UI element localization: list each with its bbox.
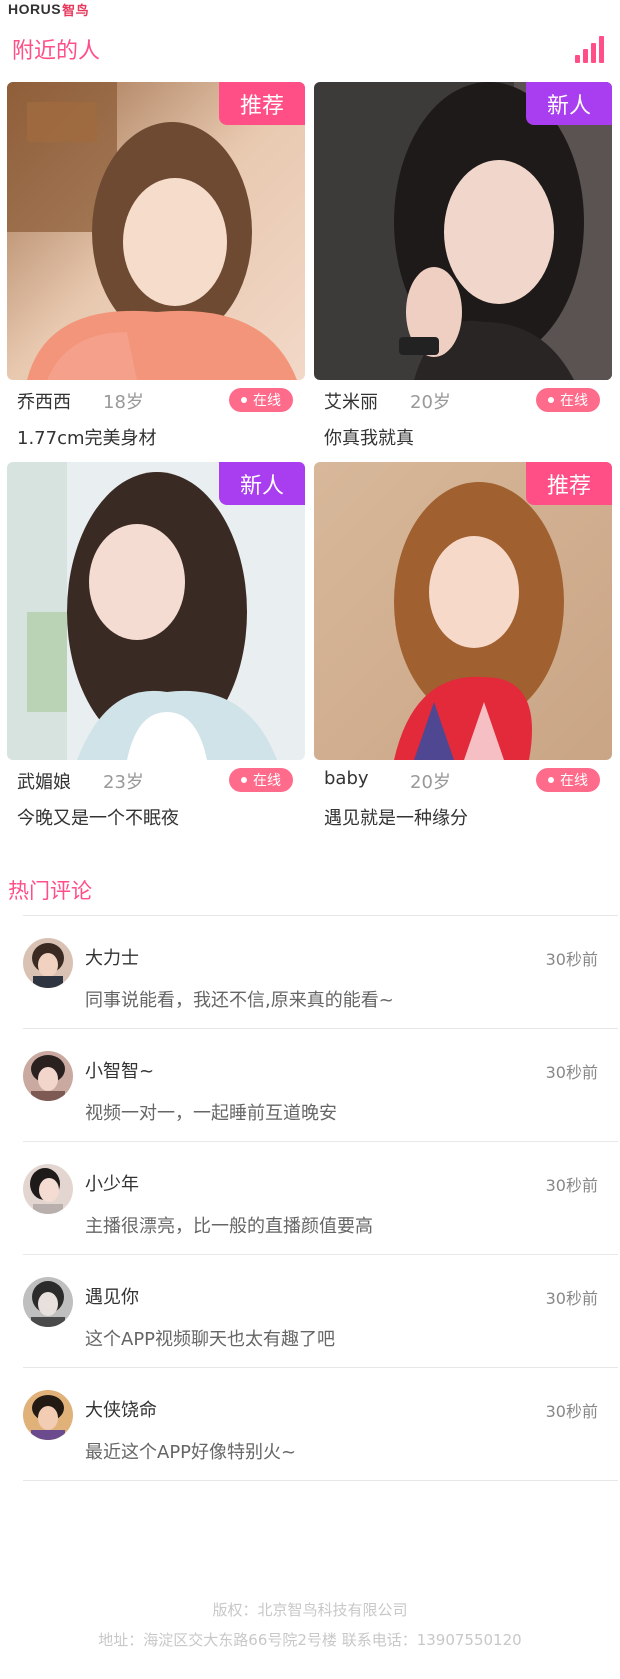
online-label: 在线: [253, 393, 281, 409]
recommend-tag: 推荐: [526, 462, 612, 505]
user-name: 乔西西: [17, 392, 71, 413]
online-dot-icon: [241, 777, 247, 783]
new-tag: 新人: [526, 82, 612, 125]
comment-item[interactable]: 小少年 30秒前 主播很漂亮，比一般的直播颜值要高: [23, 1142, 618, 1255]
user-age: 23岁: [103, 772, 144, 793]
avatar[interactable]: [23, 1051, 73, 1101]
online-badge: 在线: [536, 768, 600, 792]
comment-text: 同事说能看，我还不信,原来真的能看~: [85, 990, 394, 1011]
recommend-tag: 推荐: [219, 82, 305, 125]
user-card[interactable]: 推荐 baby 20岁 在线 遇见就是一种缘分: [314, 462, 612, 832]
user-motto: 今晚又是一个不眠夜: [17, 808, 179, 829]
user-name: 武媚娘: [17, 772, 71, 793]
comment-time: 30秒前: [545, 1063, 598, 1082]
new-tag: 新人: [219, 462, 305, 505]
online-label: 在线: [560, 393, 588, 409]
user-age: 20岁: [410, 392, 451, 413]
comment-item[interactable]: 大侠饶命 30秒前 最近这个APP好像特别火~: [23, 1368, 618, 1481]
comment-list: 大力士 30秒前 同事说能看，我还不信,原来真的能看~ 小智智~ 30秒前 视频…: [23, 915, 618, 1481]
footer: 版权：北京智鸟科技有限公司 地址：海淀区交大东路66号院2号楼 联系电话：139…: [0, 1595, 620, 1655]
online-badge: 在线: [536, 388, 600, 412]
user-name: 艾米丽: [324, 392, 378, 413]
comment-text: 这个APP视频聊天也太有趣了吧: [85, 1329, 336, 1350]
online-dot-icon: [241, 397, 247, 403]
comment-author: 大侠饶命: [85, 1400, 157, 1421]
user-name: baby: [324, 768, 369, 789]
online-dot-icon: [548, 397, 554, 403]
comment-author: 小智智~: [85, 1061, 155, 1082]
online-label: 在线: [560, 773, 588, 789]
hot-comments-title: 热门评论: [8, 879, 92, 903]
user-photo[interactable]: [7, 462, 305, 760]
comment-author: 遇见你: [85, 1287, 139, 1308]
avatar[interactable]: [23, 938, 73, 988]
user-age: 20岁: [410, 772, 451, 793]
comment-text: 视频一对一，一起睡前互道晚安: [85, 1103, 337, 1124]
logo-text: HORUS: [8, 1, 62, 17]
nearby-title: 附近的人: [12, 39, 101, 64]
comment-text: 最近这个APP好像特别火~: [85, 1442, 297, 1463]
online-badge: 在线: [229, 768, 293, 792]
user-photo[interactable]: [7, 82, 305, 380]
comment-time: 30秒前: [545, 1289, 598, 1308]
avatar[interactable]: [23, 1277, 73, 1327]
signal-bars-icon[interactable]: [574, 34, 610, 64]
user-age: 18岁: [103, 392, 144, 413]
comment-author: 大力士: [85, 948, 139, 969]
comment-author: 小少年: [85, 1174, 139, 1195]
comment-item[interactable]: 遇见你 30秒前 这个APP视频聊天也太有趣了吧: [23, 1255, 618, 1368]
user-photo[interactable]: [314, 462, 612, 760]
comment-item[interactable]: 小智智~ 30秒前 视频一对一，一起睡前互道晚安: [23, 1029, 618, 1142]
logo-cn-text: 智鸟: [62, 3, 90, 19]
comment-item[interactable]: 大力士 30秒前 同事说能看，我还不信,原来真的能看~: [23, 916, 618, 1029]
online-label: 在线: [253, 773, 281, 789]
comment-time: 30秒前: [545, 1402, 598, 1421]
user-card[interactable]: 推荐 乔西西 18岁 在线 1.77cm完美身材: [7, 82, 305, 452]
online-dot-icon: [548, 777, 554, 783]
footer-copyright: 版权：北京智鸟科技有限公司: [212, 1601, 408, 1619]
comment-time: 30秒前: [545, 950, 598, 969]
user-motto: 1.77cm完美身材: [17, 428, 157, 449]
user-card[interactable]: 新人 艾米丽 20岁 在线 你真我就真: [314, 82, 612, 452]
user-motto: 你真我就真: [324, 428, 414, 449]
online-badge: 在线: [229, 388, 293, 412]
avatar[interactable]: [23, 1164, 73, 1214]
user-photo[interactable]: [314, 82, 612, 380]
comment-text: 主播很漂亮，比一般的直播颜值要高: [85, 1216, 373, 1237]
avatar[interactable]: [23, 1390, 73, 1440]
user-motto: 遇见就是一种缘分: [324, 808, 468, 829]
footer-address: 地址：海淀区交大东路66号院2号楼 联系电话：13907550120: [98, 1631, 522, 1649]
app-logo: HORUS 智鸟: [8, 0, 90, 19]
nearby-header: 附近的人: [12, 32, 610, 66]
comment-time: 30秒前: [545, 1176, 598, 1195]
user-card[interactable]: 新人 武媚娘 23岁 在线 今晚又是一个不眠夜: [7, 462, 305, 832]
